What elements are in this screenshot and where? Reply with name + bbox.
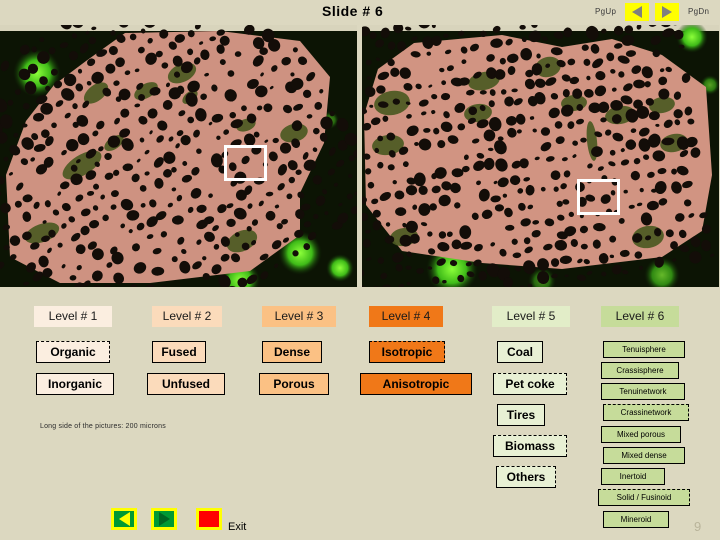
char-micrograph-right bbox=[362, 25, 719, 287]
node-biomass[interactable]: Biomass bbox=[493, 435, 567, 457]
level-header-5: Level # 5 bbox=[492, 306, 570, 327]
node-solid-fusinoid[interactable]: Solid / Fusinoid bbox=[598, 489, 690, 506]
level-header-2: Level # 2 bbox=[152, 306, 222, 327]
level-header-3: Level # 3 bbox=[262, 306, 336, 327]
node-anisotropic[interactable]: Anisotropic bbox=[360, 373, 472, 395]
pgup-button[interactable] bbox=[625, 3, 649, 21]
slide-header: Slide # 6 PgUp PgDn bbox=[0, 0, 720, 26]
node-others[interactable]: Others bbox=[496, 466, 556, 488]
node-tenuisphere[interactable]: Tenuisphere bbox=[603, 341, 685, 358]
node-inertoid[interactable]: Inertoid bbox=[601, 468, 665, 485]
node-coal[interactable]: Coal bbox=[497, 341, 543, 363]
char-micrograph-left bbox=[0, 25, 357, 287]
node-tenuinetwork[interactable]: Tenuinetwork bbox=[601, 383, 685, 400]
node-inorganic[interactable]: Inorganic bbox=[36, 373, 114, 395]
level-header-6: Level # 6 bbox=[601, 306, 679, 327]
region-of-interest-box bbox=[577, 179, 620, 215]
node-dense[interactable]: Dense bbox=[262, 341, 322, 363]
region-of-interest-box bbox=[224, 145, 267, 181]
node-crassinetwork[interactable]: Crassinetwork bbox=[603, 404, 689, 421]
triangle-left-icon bbox=[632, 6, 642, 18]
scale-caption: Long side of the pictures: 200 microns bbox=[40, 423, 166, 430]
next-slide-button[interactable] bbox=[151, 508, 177, 530]
slide-canvas: Slide # 6 PgUp PgDn Level # 1 Level # 2 … bbox=[0, 0, 720, 540]
node-fused[interactable]: Fused bbox=[152, 341, 206, 363]
exit-label: Exit bbox=[228, 521, 247, 533]
pgup-label: PgUp bbox=[595, 7, 617, 16]
node-mineroid[interactable]: Mineroid bbox=[603, 511, 669, 528]
previous-slide-button[interactable] bbox=[111, 508, 137, 530]
node-mixed-dense[interactable]: Mixed dense bbox=[603, 447, 685, 464]
triangle-right-icon bbox=[158, 512, 170, 526]
node-organic[interactable]: Organic bbox=[36, 341, 110, 363]
node-mixed-porous[interactable]: Mixed porous bbox=[601, 426, 681, 443]
node-pet-coke[interactable]: Pet coke bbox=[493, 373, 567, 395]
page-title: Slide # 6 bbox=[322, 3, 384, 19]
micrograph-right-graphic bbox=[362, 25, 719, 287]
triangle-left-icon bbox=[118, 512, 130, 526]
node-crassisphere[interactable]: Crassisphere bbox=[601, 362, 679, 379]
node-isotropic[interactable]: Isotropic bbox=[369, 341, 445, 363]
page-number: 9 bbox=[694, 519, 702, 534]
exit-button[interactable] bbox=[196, 508, 222, 530]
level-header-1: Level # 1 bbox=[34, 306, 112, 327]
node-unfused[interactable]: Unfused bbox=[147, 373, 225, 395]
triangle-right-icon bbox=[662, 6, 672, 18]
pgdn-label: PgDn bbox=[688, 7, 710, 16]
node-porous[interactable]: Porous bbox=[259, 373, 329, 395]
level-header-4: Level # 4 bbox=[369, 306, 443, 327]
micrograph-left-graphic bbox=[0, 25, 357, 287]
pgdn-button[interactable] bbox=[655, 3, 679, 21]
node-tires[interactable]: Tires bbox=[497, 404, 545, 426]
